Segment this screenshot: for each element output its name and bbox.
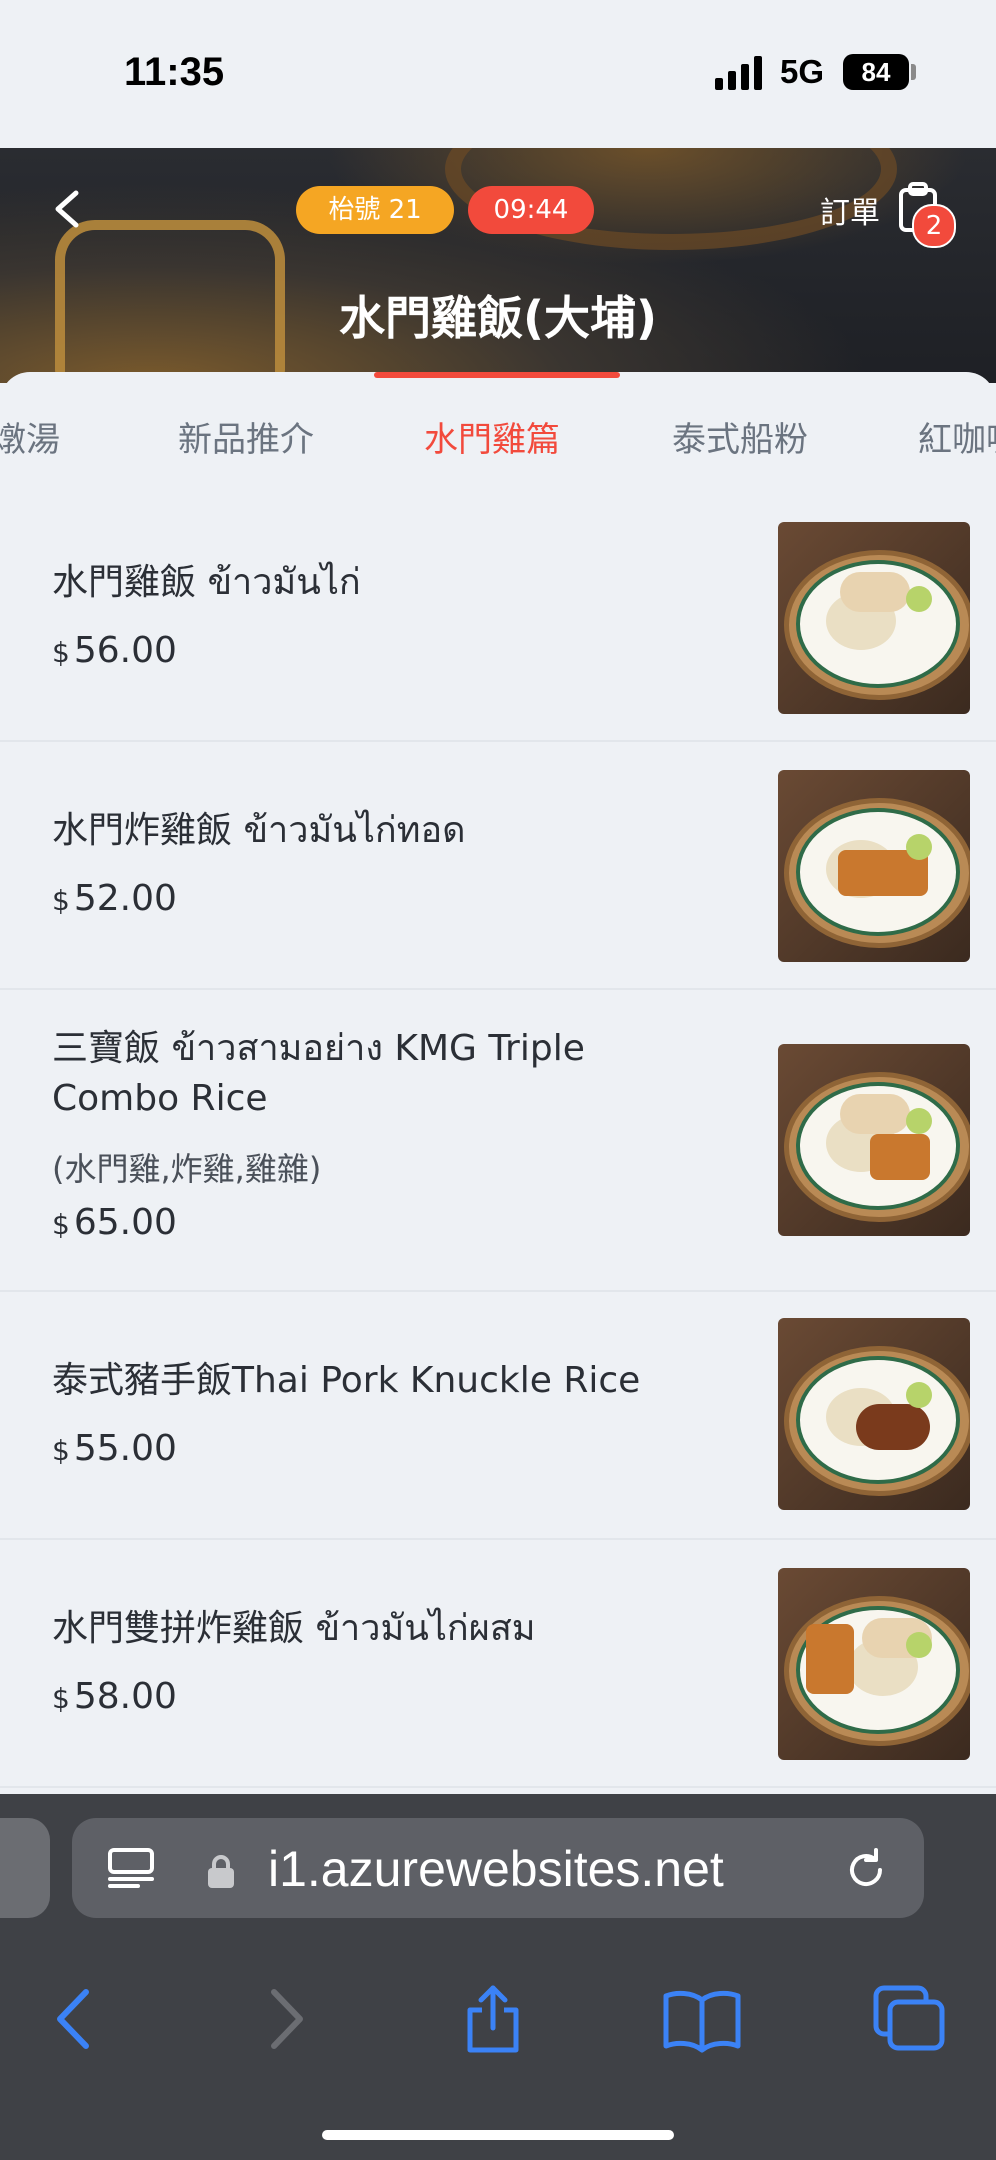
menu-item[interactable]: 水門炸雞飯 ข้าวมันไก่ทอด $52.00: [0, 742, 996, 990]
menu-item-price: $56.00: [52, 630, 177, 671]
price-value: 55.00: [73, 1428, 177, 1469]
shop-title: 水門雞飯(大埔): [338, 291, 658, 345]
status-bar: 11:35 5G 84: [0, 0, 996, 148]
menu-item-name: 泰式豬手飯Thai Pork Knuckle Rice: [52, 1360, 641, 1401]
browser-forward-icon[interactable]: [266, 1984, 310, 2054]
network-type: 5G: [780, 53, 825, 90]
menu-item-image: [778, 770, 970, 962]
bookmarks-icon[interactable]: [662, 1984, 742, 2054]
currency-symbol: $: [52, 1434, 70, 1467]
menu-item-name: 三寶飯 ข้าวสามอย่าง KMG Triple Combo Rice: [52, 1028, 585, 1119]
menu-item-image: [778, 1568, 970, 1760]
status-time: 11:35: [124, 50, 225, 94]
lock-icon: [208, 1855, 234, 1888]
tabs-icon[interactable]: [872, 1984, 948, 2054]
menu-item[interactable]: 三寶飯 ข้าวสามอย่าง KMG Triple Combo Rice (…: [0, 990, 996, 1292]
currency-symbol: $: [52, 636, 70, 669]
menu-item-description: (水門雞,炸雞,雞雜): [52, 1150, 322, 1188]
tab-new-items[interactable]: 新品推介: [178, 412, 314, 461]
table-number-badge: 枱號 21: [296, 186, 454, 234]
menu-item-image: [778, 1318, 970, 1510]
menu-item[interactable]: 水門雙拼炸雞飯 ข้าวมันไก่ผสม $58.00: [0, 1540, 996, 1788]
menu-item[interactable]: 水門雞飯 ข้าวมันไก่ $56.00: [0, 494, 996, 742]
menu-item-price: $52.00: [52, 878, 177, 919]
order-button-label[interactable]: 訂單: [820, 188, 880, 232]
category-tabs: 燉湯 新品推介 水門雞篇 泰式船粉 紅咖喱: [0, 372, 996, 496]
menu-item-price: $58.00: [52, 1676, 177, 1717]
currency-symbol: $: [52, 1208, 70, 1241]
tab-soup[interactable]: 燉湯: [0, 412, 60, 461]
signal-icon: [715, 56, 762, 90]
previous-tab-peek[interactable]: [0, 1818, 50, 1918]
order-count-badge: 2: [912, 204, 956, 248]
menu-item-name: 水門雙拼炸雞飯 ข้าวมันไก่ผสม: [52, 1608, 536, 1649]
menu-item-image: [778, 1044, 970, 1236]
menu-item-price: $65.00: [52, 1202, 177, 1243]
tab-red-curry[interactable]: 紅咖喱: [918, 412, 996, 461]
menu-item-price: $55.00: [52, 1428, 177, 1469]
battery-cap: [911, 64, 916, 80]
browser-back-icon[interactable]: [50, 1984, 94, 2054]
active-tab-indicator: [374, 372, 620, 378]
browser-toolbar: i1.azurewebsites.net: [0, 1794, 996, 2160]
tab-boat-noodles[interactable]: 泰式船粉: [672, 412, 808, 461]
menu-item-name: 水門炸雞飯 ข้าวมันไก่ทอด: [52, 810, 466, 851]
price-value: 58.00: [73, 1676, 177, 1717]
timer-badge: 09:44: [468, 186, 594, 234]
price-value: 56.00: [73, 630, 177, 671]
price-value: 65.00: [73, 1202, 177, 1243]
currency-symbol: $: [52, 884, 70, 917]
url-text[interactable]: i1.azurewebsites.net: [268, 1840, 724, 1898]
tab-chicken[interactable]: 水門雞篇: [424, 412, 560, 461]
home-indicator: [322, 2130, 674, 2140]
price-value: 52.00: [73, 878, 177, 919]
share-icon[interactable]: [460, 1984, 526, 2054]
reader-mode-icon[interactable]: [108, 1848, 154, 1888]
back-arrow-icon[interactable]: [44, 185, 92, 233]
address-bar[interactable]: i1.azurewebsites.net: [72, 1818, 924, 1918]
currency-symbol: $: [52, 1682, 70, 1715]
reload-icon[interactable]: [842, 1846, 890, 1894]
menu-item-name: 水門雞飯 ข้าวมันไก่: [52, 562, 361, 603]
menu-item[interactable]: 泰式豬手飯Thai Pork Knuckle Rice $55.00: [0, 1292, 996, 1540]
battery-icon: 84: [843, 54, 909, 90]
menu-item-image: [778, 522, 970, 714]
menu-list: 水門雞飯 ข้าวมันไก่ $56.00 水門炸雞飯 ข้าวมันไก่ท…: [0, 494, 996, 1788]
